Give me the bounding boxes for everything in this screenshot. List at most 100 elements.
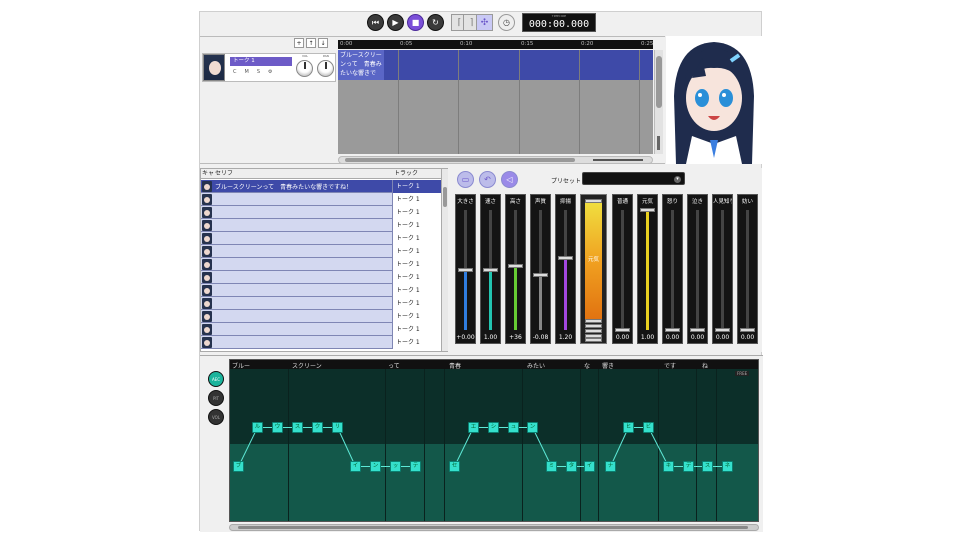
loop-button[interactable]: ↻ — [427, 14, 444, 31]
volume-mode-button[interactable]: VOL — [208, 409, 224, 425]
gear-icon[interactable]: ⚙ — [268, 69, 272, 75]
list-item[interactable]: トーク 1 — [201, 284, 441, 297]
slider-thumb[interactable] — [615, 328, 630, 332]
pitch-horizontal-scrollbar[interactable] — [229, 524, 759, 531]
mora-node[interactable]: ウ — [272, 422, 283, 433]
timeline-horizontal-scrollbar[interactable] — [338, 156, 653, 164]
emotion-handle[interactable] — [585, 338, 602, 342]
list-item[interactable]: トーク 1 — [201, 219, 441, 232]
timeline-vertical-scrollbar[interactable] — [654, 50, 663, 154]
track-mini-m[interactable]: M — [245, 69, 249, 75]
track-lane[interactable]: ブルースクリーンって 青春みたいな響きで — [338, 50, 653, 154]
pan-knob[interactable] — [317, 60, 334, 77]
move-up-icon[interactable]: ↑ — [306, 38, 316, 48]
sliders-slider[interactable]: 大きさ +0.00 — [455, 194, 476, 344]
sliders-slider[interactable]: 抑揚 1.20 — [555, 194, 576, 344]
scroll-thumb[interactable] — [443, 187, 447, 207]
emotions-slider[interactable]: 泣き 0.00 — [687, 194, 708, 344]
col-track[interactable]: トラック — [394, 169, 418, 179]
list-item[interactable]: トーク 1 — [201, 336, 441, 349]
mora-node[interactable]: ン — [370, 461, 381, 472]
mora-node[interactable]: ル — [252, 422, 263, 433]
volume-knob[interactable] — [296, 60, 313, 77]
preset-select[interactable]: ▾ — [582, 172, 685, 185]
list-item[interactable]: トーク 1 — [201, 310, 441, 323]
mora-node[interactable]: イ — [584, 461, 595, 472]
pitch-mode-button[interactable]: PIT — [208, 390, 224, 406]
emotions-slider[interactable]: 妨い 0.00 — [737, 194, 758, 344]
line-track[interactable]: トーク 1 — [392, 310, 441, 323]
emotions-slider[interactable]: 怒り 0.00 — [662, 194, 683, 344]
list-item[interactable]: トーク 1 — [201, 193, 441, 206]
add-track-icon[interactable]: + — [294, 38, 304, 48]
move-down-icon[interactable]: ↓ — [318, 38, 328, 48]
line-track[interactable]: トーク 1 — [392, 284, 441, 297]
list-item[interactable]: トーク 1 — [201, 232, 441, 245]
mora-node[interactable]: テ — [410, 461, 421, 472]
rewind-button[interactable]: ⏮ — [367, 14, 384, 31]
slider-thumb[interactable] — [665, 328, 680, 332]
list-item[interactable]: ブルースクリーンって 青春みたいな響きですね！ トーク 1 — [201, 180, 441, 193]
list-item[interactable]: トーク 1 — [201, 271, 441, 284]
scroll-thumb[interactable] — [345, 158, 575, 162]
line-track[interactable]: トーク 1 — [392, 232, 441, 245]
list-item[interactable]: トーク 1 — [201, 206, 441, 219]
mora-node[interactable]: ッ — [390, 461, 401, 472]
slider-thumb[interactable] — [533, 272, 548, 277]
line-track[interactable]: トーク 1 — [392, 336, 441, 349]
mora-node[interactable]: イ — [350, 461, 361, 472]
mora-node[interactable]: セ — [449, 461, 460, 472]
slider-thumb[interactable] — [483, 268, 498, 272]
list-item[interactable]: トーク 1 — [201, 323, 441, 336]
slider-thumb[interactable] — [558, 256, 573, 260]
line-track[interactable]: トーク 1 — [392, 180, 441, 193]
mora-node[interactable]: デ — [683, 461, 694, 472]
mora-node[interactable]: ン — [527, 422, 538, 433]
emotion-handle[interactable] — [585, 329, 602, 333]
move-tool-button[interactable]: ✣ — [476, 14, 493, 31]
mora-node[interactable]: ク — [312, 422, 323, 433]
slider-thumb[interactable] — [740, 328, 755, 332]
list-item[interactable]: トーク 1 — [201, 258, 441, 271]
slider-thumb[interactable] — [508, 264, 523, 269]
list-scrollbar[interactable] — [441, 169, 448, 351]
zoom-slider[interactable] — [593, 159, 643, 161]
emotion-handle[interactable] — [585, 324, 602, 328]
play-button[interactable]: ▶ — [387, 14, 404, 31]
mora-node[interactable]: キ — [663, 461, 674, 472]
line-track[interactable]: トーク 1 — [392, 206, 441, 219]
scroll-thumb[interactable] — [238, 526, 748, 529]
line-track[interactable]: トーク 1 — [392, 193, 441, 206]
zoom-slider[interactable] — [657, 136, 660, 150]
mora-node[interactable]: ヒ — [623, 422, 634, 433]
voice-button[interactable]: ◁ — [501, 171, 518, 188]
slider-thumb[interactable] — [715, 328, 730, 332]
clock-button[interactable]: ◷ — [498, 14, 515, 31]
sliders-slider[interactable]: 高さ +36 — [505, 194, 526, 344]
pitch-editor[interactable]: ブルー スクリーン って 青春 みたいな響き ですね FREE ブルウスクリインッテセエシ… — [229, 359, 759, 522]
line-track[interactable]: トーク 1 — [392, 323, 441, 336]
comment-button[interactable]: ▭ — [457, 171, 474, 188]
line-track[interactable]: トーク 1 — [392, 219, 441, 232]
time-ruler[interactable]: 0:00 0:05 0:10 0:15 0:20 0:25 — [338, 40, 653, 49]
emotions-slider[interactable]: 普通 0.00 — [612, 194, 633, 344]
mora-node[interactable]: ミ — [546, 461, 557, 472]
track-name[interactable]: トーク 1 — [230, 57, 292, 66]
emotion-master-handle[interactable] — [585, 199, 602, 203]
emotion-handle[interactable] — [585, 319, 602, 323]
line-track[interactable]: トーク 1 — [392, 271, 441, 284]
sliders-slider[interactable]: 声質 -0.08 — [530, 194, 551, 344]
mora-node[interactable]: シ — [488, 422, 499, 433]
list-item[interactable]: トーク 1 — [201, 245, 441, 258]
mora-node[interactable]: ブ — [233, 461, 244, 472]
emotions-slider[interactable]: 人見知り 0.00 — [712, 194, 733, 344]
undo-button[interactable]: ↶ — [479, 171, 496, 188]
mora-node[interactable]: ナ — [605, 461, 616, 472]
slider-thumb[interactable] — [458, 268, 473, 272]
scroll-thumb[interactable] — [656, 56, 662, 108]
emotions-slider[interactable]: 元気 1.00 — [637, 194, 658, 344]
track-mini-s[interactable]: S — [257, 69, 260, 75]
line-track[interactable]: トーク 1 — [392, 297, 441, 310]
accent-mode-button[interactable]: AEC — [208, 371, 224, 387]
col-line[interactable]: セリフ — [215, 169, 233, 179]
